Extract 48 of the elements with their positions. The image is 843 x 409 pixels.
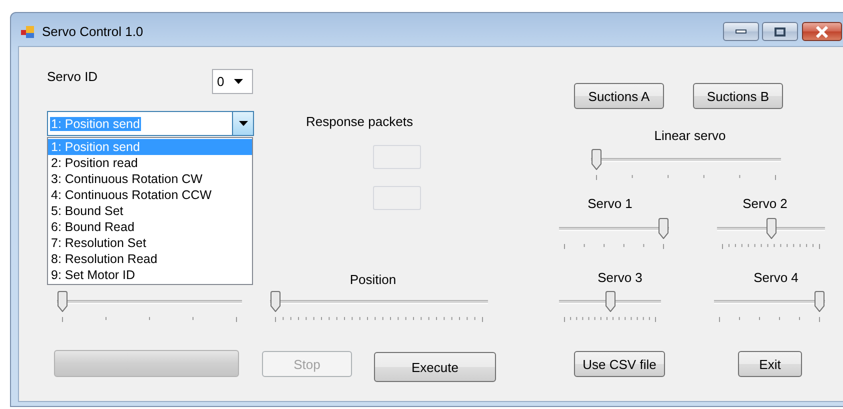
slider-thumb[interactable] — [270, 291, 281, 312]
suction-button[interactable]: Suctions A — [574, 83, 664, 109]
slider[interactable] — [57, 291, 242, 325]
minimize-button[interactable] — [723, 22, 759, 41]
dropdown-option[interactable]: 3: Continuous Rotation CW — [48, 171, 252, 187]
slider-label: Servo 4 — [754, 270, 798, 285]
dropdown-option[interactable]: 6: Bound Read — [48, 219, 252, 235]
suction-button[interactable]: Suctions B — [693, 83, 783, 109]
slider[interactable] — [559, 218, 669, 252]
dropdown-option[interactable]: 7: Resolution Set — [48, 235, 252, 251]
dropdown-option[interactable]: 8: Resolution Read — [48, 251, 252, 267]
slider[interactable] — [717, 218, 825, 252]
dropdown-option[interactable]: 5: Bound Set — [48, 203, 252, 219]
close-button[interactable] — [802, 22, 842, 41]
slider[interactable] — [714, 291, 825, 325]
action-button[interactable]: Exit — [738, 351, 802, 377]
action-button[interactable]: Execute — [374, 352, 496, 382]
dropdown-option[interactable]: 9: Set Motor ID — [48, 267, 252, 283]
slider-thumb[interactable] — [766, 218, 776, 239]
minimize-icon — [735, 28, 747, 34]
slider-label: Position — [350, 272, 396, 287]
slider-label: Linear servo — [654, 128, 726, 143]
servo-id-label: Servo ID — [47, 69, 98, 84]
slider-thumb[interactable] — [814, 291, 825, 312]
response-field[interactable] — [373, 186, 421, 210]
slider[interactable] — [270, 291, 488, 325]
maximize-icon — [774, 26, 786, 36]
slider-label: Servo 3 — [598, 270, 642, 285]
caret-icon — [234, 79, 244, 84]
dropdown-option[interactable]: 4: Continuous Rotation CCW — [48, 187, 252, 203]
response-field[interactable] — [373, 145, 421, 169]
slider[interactable] — [591, 149, 781, 183]
slider-thumb[interactable] — [658, 218, 669, 239]
servo-id-dropdown[interactable]: 0 — [212, 69, 253, 94]
slider[interactable] — [559, 291, 661, 325]
slider-label: Servo 2 — [742, 196, 788, 211]
slider-thumb[interactable] — [57, 291, 68, 312]
app-icon — [20, 24, 36, 40]
close-icon — [815, 26, 829, 38]
caret-icon — [238, 121, 248, 126]
slider-thumb[interactable] — [591, 149, 602, 170]
slider-thumb[interactable] — [604, 291, 616, 312]
action-button[interactable]: Use CSV file — [574, 351, 665, 377]
response-packets-label: Response packets — [306, 114, 413, 129]
maximize-button[interactable] — [762, 22, 798, 41]
window-title: Servo Control 1.0 — [42, 24, 144, 39]
dropdown-option[interactable]: 2: Position read — [48, 155, 252, 171]
slider-label: Servo 1 — [588, 196, 632, 211]
